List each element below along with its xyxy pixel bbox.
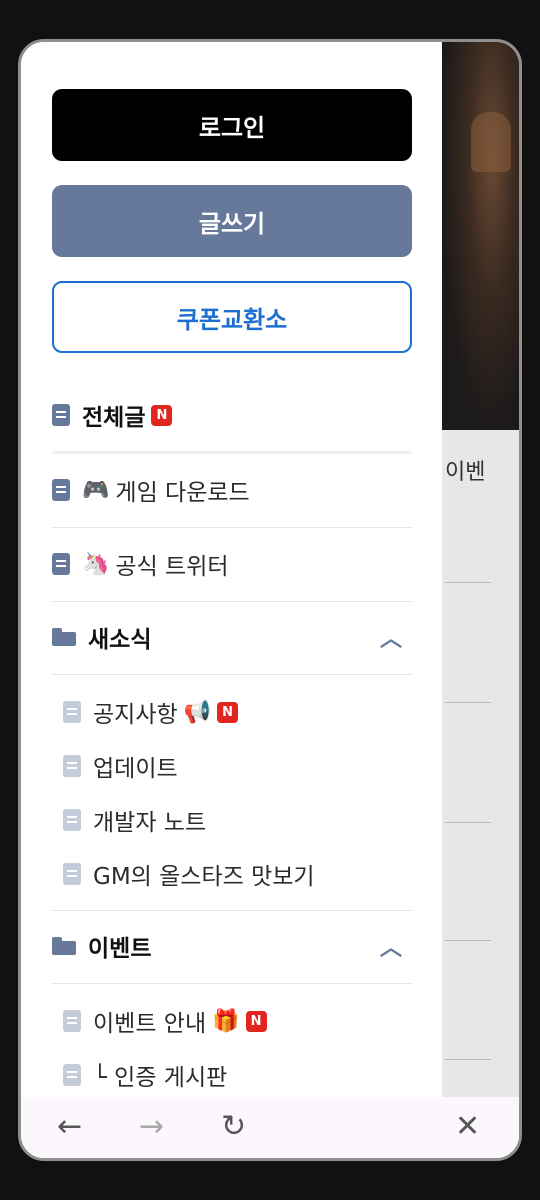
submenu-item-label: GM의 올스타즈 맛보기 <box>93 864 315 890</box>
document-icon <box>63 701 81 723</box>
folder-icon <box>52 937 76 955</box>
divider <box>52 451 412 454</box>
document-icon <box>52 404 70 426</box>
underlying-divider <box>445 582 491 583</box>
document-icon <box>63 809 81 831</box>
submenu-item-update[interactable]: 업데이트 <box>63 751 412 782</box>
menu-item-all-posts[interactable]: 전체글 N <box>52 400 412 431</box>
submenu-item-notice[interactable]: 공지사항 📢 N <box>63 697 412 728</box>
menu-item-label: 게임 다운로드 <box>115 480 250 506</box>
chevron-up-icon[interactable]: ︿ <box>380 930 402 962</box>
underlying-divider <box>445 940 491 941</box>
menu-item-label: 전체글 <box>82 405 146 431</box>
folder-icon <box>52 628 76 646</box>
underlying-divider <box>445 1059 491 1060</box>
menu-item-game-download[interactable]: 🎮 게임 다운로드 <box>52 475 412 506</box>
underlying-divider <box>445 822 491 823</box>
menu-item-label: 공식 트위터 <box>115 554 229 580</box>
divider <box>52 674 412 675</box>
submenu-item-event-guide[interactable]: 이벤트 안내 🎁 N <box>63 1006 412 1037</box>
browser-navbar: ← → ↻ ✕ <box>21 1097 519 1158</box>
banner-image <box>441 42 519 430</box>
underlying-divider <box>445 702 491 703</box>
submenu-item-label: 공지사항 <box>93 702 178 728</box>
game-controller-icon: 🎮 <box>82 477 110 503</box>
gift-icon: 🎁 <box>212 1008 240 1034</box>
underlying-page-text: 이벤 <box>445 460 486 485</box>
unicorn-icon: 🦄 <box>82 551 110 577</box>
menu-group-title: 새소식 <box>88 627 152 653</box>
login-button[interactable]: 로그인 <box>52 89 412 161</box>
document-icon <box>52 479 70 501</box>
megaphone-icon: 📢 <box>183 699 212 725</box>
submenu-item-certification-board[interactable]: └ 인증 게시판 <box>63 1060 412 1091</box>
new-badge: N <box>245 1010 267 1032</box>
write-button[interactable]: 글쓰기 <box>52 185 412 257</box>
document-icon <box>63 755 81 777</box>
forward-arrow-icon[interactable]: → <box>139 1107 164 1147</box>
submenu-item-gm-preview[interactable]: GM의 올스타즈 맛보기 <box>63 859 412 890</box>
document-icon <box>63 863 81 885</box>
close-icon[interactable]: ✕ <box>455 1107 480 1147</box>
submenu-item-label: └ 인증 게시판 <box>93 1065 228 1091</box>
coupon-exchange-button[interactable]: 쿠폰교환소 <box>52 281 412 353</box>
submenu-item-label: 업데이트 <box>93 756 178 782</box>
chevron-up-icon[interactable]: ︿ <box>380 621 402 653</box>
divider <box>52 527 412 528</box>
submenu-item-developer-note[interactable]: 개발자 노트 <box>63 805 412 836</box>
back-arrow-icon[interactable]: ← <box>57 1107 82 1147</box>
document-icon <box>63 1064 81 1086</box>
divider <box>52 910 412 911</box>
menu-group-event[interactable]: 이벤트 ︿ <box>52 930 412 962</box>
document-icon <box>52 553 70 575</box>
new-badge: N <box>151 404 173 426</box>
menu-item-official-twitter[interactable]: 🦄 공식 트위터 <box>52 549 412 580</box>
side-drawer: 로그인 글쓰기 쿠폰교환소 전체글 N 🎮 게임 다운로드 🦄 공식 트위터 새… <box>21 42 442 1097</box>
browser-frame: 이벤 로그인 글쓰기 쿠폰교환소 전체글 N 🎮 게임 다운로드 🦄 공식 트위… <box>18 39 522 1161</box>
menu-group-news[interactable]: 새소식 ︿ <box>52 621 412 653</box>
divider <box>52 601 412 602</box>
submenu-item-label: 이벤트 안내 <box>93 1011 207 1037</box>
new-badge: N <box>217 701 239 723</box>
menu-group-title: 이벤트 <box>88 936 152 962</box>
divider <box>52 983 412 984</box>
document-icon <box>63 1010 81 1032</box>
submenu-item-label: 개발자 노트 <box>93 810 207 836</box>
reload-icon[interactable]: ↻ <box>221 1107 246 1147</box>
